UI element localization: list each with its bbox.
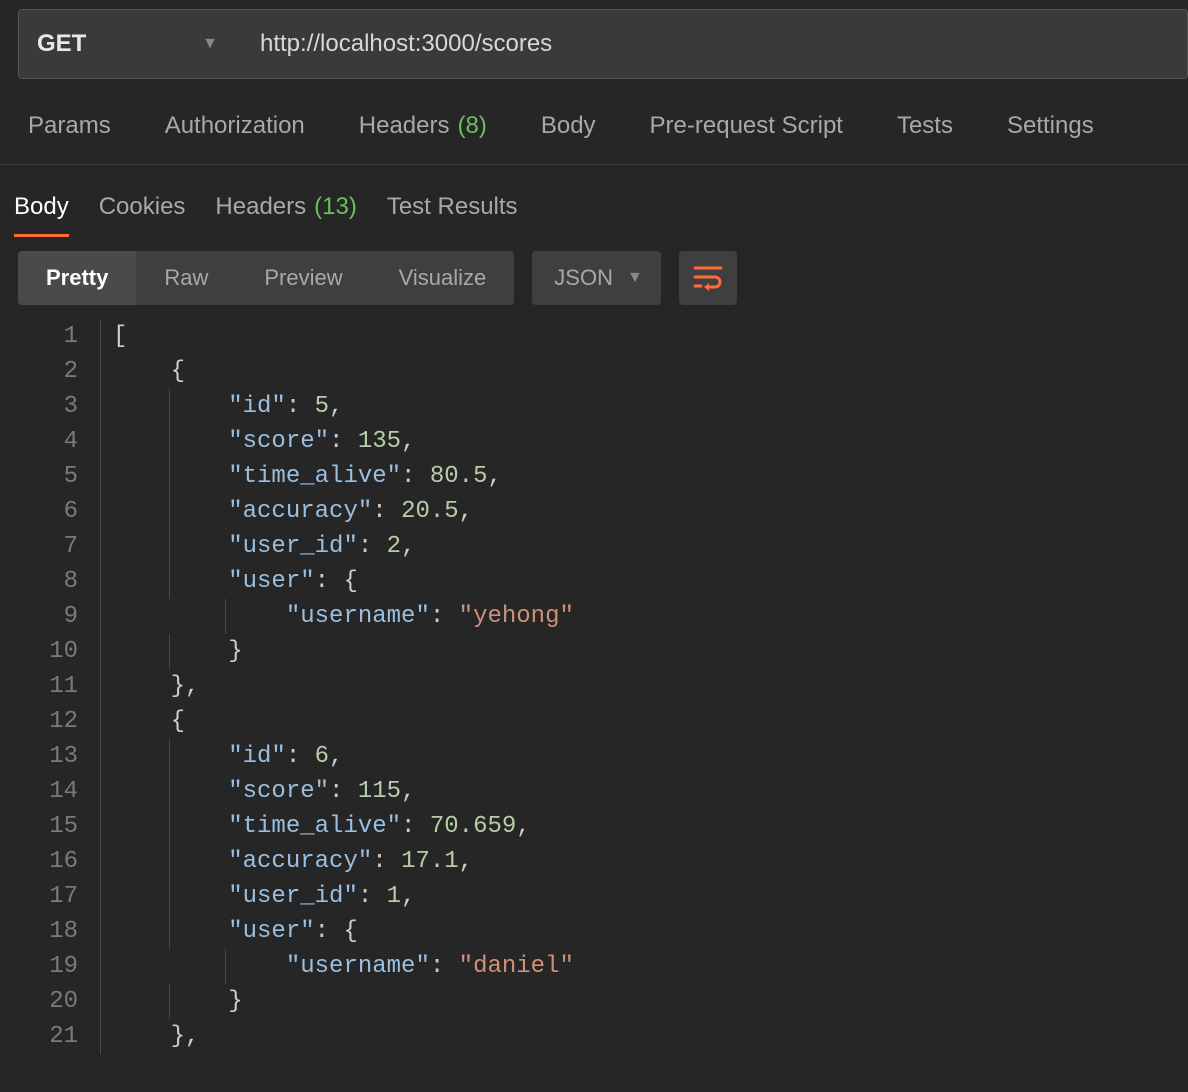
chevron-down-icon: ▼ <box>627 269 643 287</box>
view-preview[interactable]: Preview <box>236 251 370 305</box>
tab-authorization[interactable]: Authorization <box>165 112 305 140</box>
view-pretty[interactable]: Pretty <box>18 251 136 305</box>
tab-settings[interactable]: Settings <box>1007 112 1094 140</box>
tab-params[interactable]: Params <box>28 112 111 140</box>
request-tabs: Params Authorization Headers (8) Body Pr… <box>0 88 1188 165</box>
tab-headers[interactable]: Headers (8) <box>359 112 487 140</box>
format-label: JSON <box>554 265 613 291</box>
view-mode-segment: Pretty Raw Preview Visualize <box>18 251 514 305</box>
format-select[interactable]: JSON ▼ <box>532 251 661 305</box>
response-tabs: Body Cookies Headers (13) Test Results <box>0 165 1188 237</box>
http-method-select[interactable]: GET ▼ <box>18 9 236 79</box>
http-method-label: GET <box>37 30 86 58</box>
chevron-down-icon: ▼ <box>202 35 218 53</box>
response-tab-test-results[interactable]: Test Results <box>387 183 518 237</box>
tab-body[interactable]: Body <box>541 112 596 140</box>
view-raw[interactable]: Raw <box>136 251 236 305</box>
wrap-icon <box>693 265 723 291</box>
line-number-gutter: 123 456 789 101112 131415 161718 192021 <box>0 319 100 1054</box>
tab-tests[interactable]: Tests <box>897 112 953 140</box>
wrap-lines-button[interactable] <box>679 251 737 305</box>
url-value: http://localhost:3000/scores <box>260 30 552 58</box>
response-tab-cookies[interactable]: Cookies <box>99 183 186 237</box>
response-tab-headers[interactable]: Headers (13) <box>215 183 356 237</box>
headers-count: (8) <box>458 112 487 140</box>
code-content: [ { "id": 5, "score": 135, "time_alive":… <box>100 319 1188 1054</box>
url-input[interactable]: http://localhost:3000/scores <box>236 9 1188 79</box>
view-visualize[interactable]: Visualize <box>371 251 515 305</box>
response-toolbar: Pretty Raw Preview Visualize JSON ▼ <box>0 237 1188 319</box>
response-headers-count: (13) <box>314 193 357 221</box>
response-tab-body[interactable]: Body <box>14 183 69 237</box>
response-body-viewer[interactable]: 123 456 789 101112 131415 161718 192021 … <box>0 319 1188 1054</box>
tab-prerequest[interactable]: Pre-request Script <box>650 112 843 140</box>
